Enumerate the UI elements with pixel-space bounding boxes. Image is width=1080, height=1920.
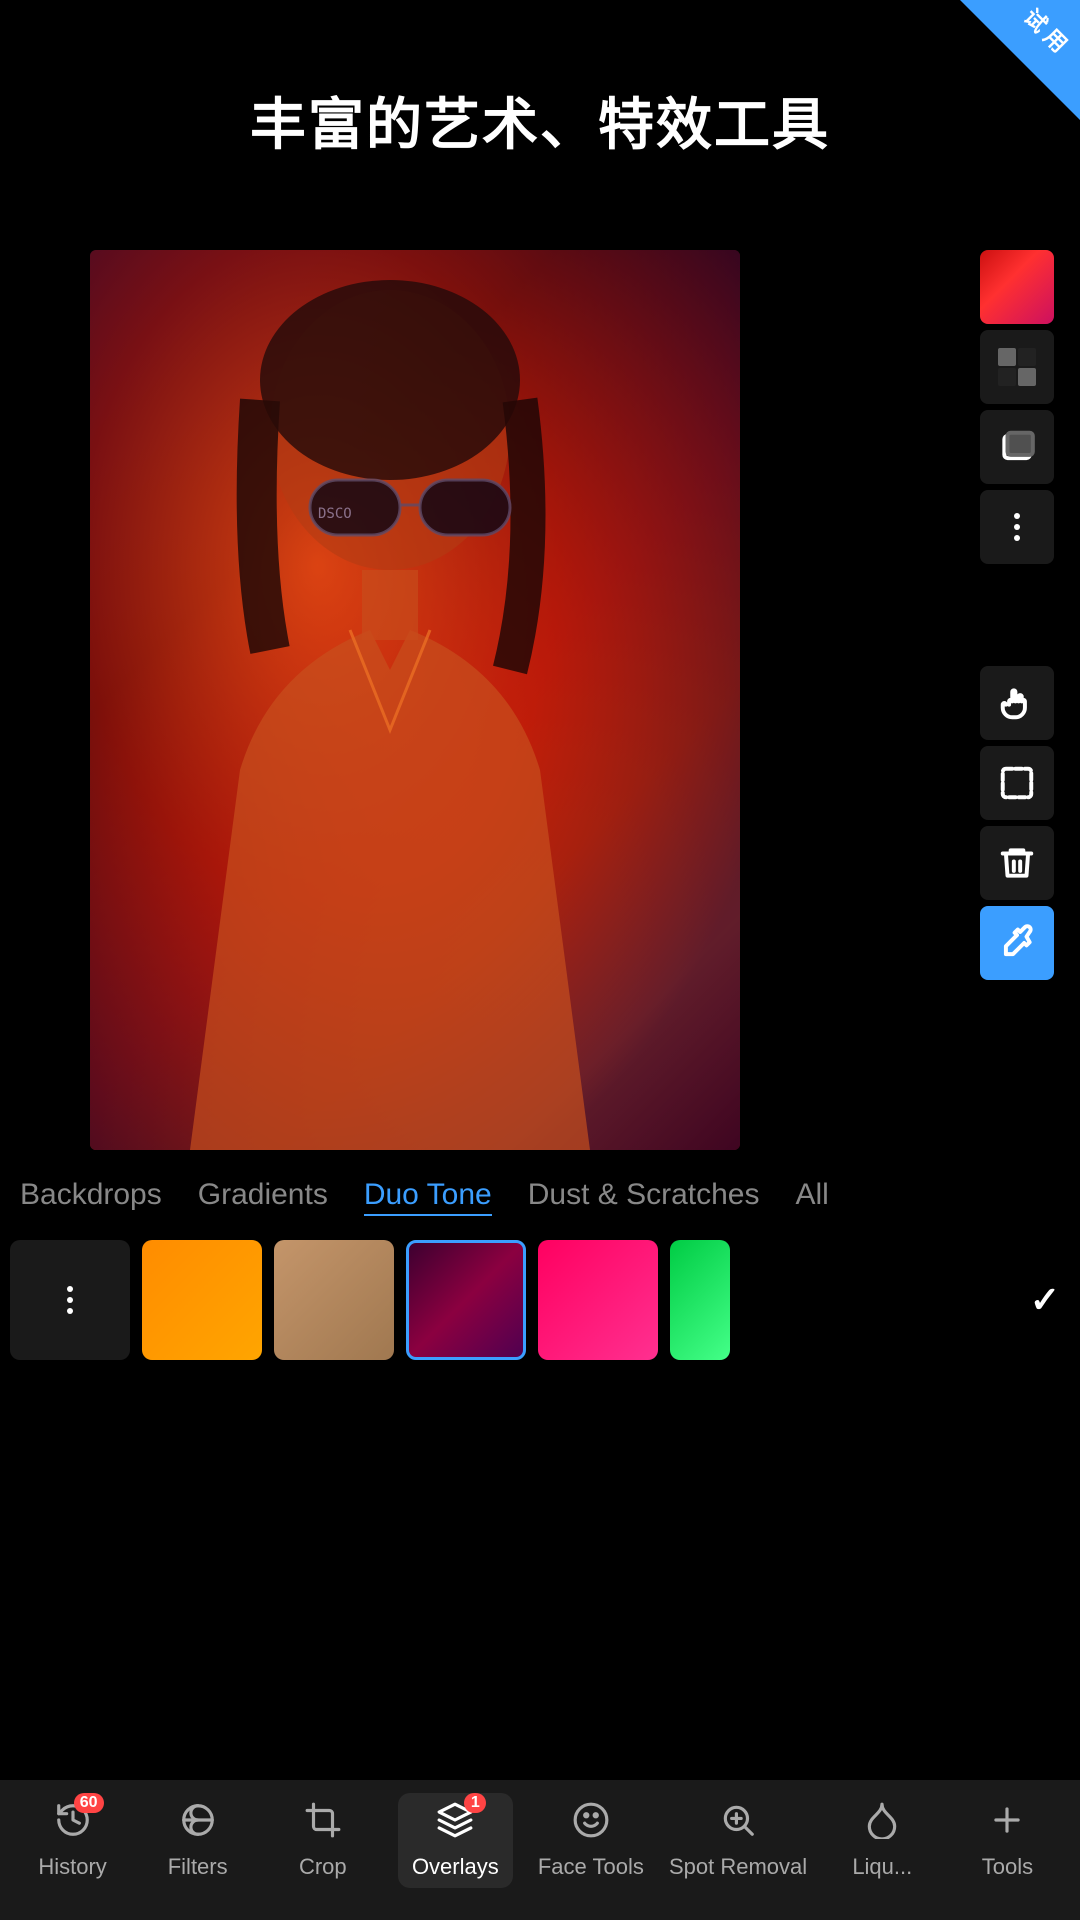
nav-overlays[interactable]: 1 Overlays (398, 1793, 513, 1888)
checker-icon (998, 348, 1036, 386)
nav-liquify[interactable]: Liqu... (832, 1801, 932, 1880)
image-bg: DSCO (90, 250, 740, 1150)
nav-spotremoval[interactable]: Spot Removal (669, 1801, 807, 1880)
category-backdrops[interactable]: Backdrops (20, 1174, 162, 1216)
swatch-hot-pink[interactable] (538, 1240, 658, 1360)
bottom-nav: 60 History Filters Crop (0, 1780, 1080, 1920)
move-tool-button[interactable] (980, 666, 1054, 740)
more-icon (1014, 513, 1020, 541)
image-canvas[interactable]: DSCO (90, 250, 740, 1150)
nav-tools[interactable]: Tools (957, 1801, 1057, 1880)
nav-history-label: History (38, 1854, 106, 1880)
swatch-dots-icon (67, 1286, 73, 1314)
eyedropper-icon (998, 924, 1036, 962)
nav-tools-label: Tools (982, 1854, 1033, 1880)
nav-crop[interactable]: Crop (273, 1801, 373, 1880)
nav-overlays-label: Overlays (412, 1854, 499, 1880)
category-duotone[interactable]: Duo Tone (364, 1174, 492, 1216)
nav-facetools[interactable]: Face Tools (538, 1801, 644, 1880)
history-icon: 60 (54, 1801, 92, 1848)
swatch-options[interactable] (10, 1240, 130, 1360)
swatch-checkmark: ✓ (1030, 1279, 1060, 1321)
nav-facetools-label: Face Tools (538, 1854, 644, 1880)
category-all[interactable]: All (795, 1174, 828, 1216)
nav-spotremoval-label: Spot Removal (669, 1854, 807, 1880)
swatch-dark-red[interactable] (406, 1240, 526, 1360)
liquify-icon (863, 1801, 901, 1848)
svg-text:DSCO: DSCO (318, 506, 352, 522)
swatches-row: ✓ (0, 1230, 1080, 1370)
nav-filters-label: Filters (168, 1854, 228, 1880)
swatch-tan[interactable] (274, 1240, 394, 1360)
nav-crop-label: Crop (299, 1854, 347, 1880)
checker-button[interactable] (980, 330, 1054, 404)
more-options-button[interactable] (980, 490, 1054, 564)
eyedropper-button[interactable] (980, 906, 1054, 980)
page-title: 丰富的艺术、特效工具 (0, 80, 1080, 161)
category-gradients[interactable]: Gradients (198, 1174, 328, 1216)
categories-bar: Backdrops Gradients Duo Tone Dust & Scra… (0, 1160, 1080, 1230)
nav-liquify-label: Liqu... (852, 1854, 912, 1880)
history-badge: 60 (74, 1793, 104, 1813)
delete-icon (998, 844, 1036, 882)
right-toolbar (980, 250, 1060, 986)
toolbar-gap (980, 570, 1060, 586)
spotremoval-icon (719, 1801, 757, 1848)
hand-icon (998, 684, 1036, 722)
layers-icon (998, 428, 1036, 466)
selection-icon (998, 764, 1036, 802)
crop-icon (304, 1801, 342, 1848)
layers-button[interactable] (980, 410, 1054, 484)
corner-badge-text: 试 用 (1018, 4, 1072, 58)
person-silhouette: DSCO (90, 250, 740, 1150)
nav-history[interactable]: 60 History (23, 1801, 123, 1880)
facetools-icon (572, 1801, 610, 1848)
tools-icon (988, 1801, 1026, 1848)
color-swatch-button[interactable] (980, 250, 1054, 324)
filters-icon (179, 1801, 217, 1848)
delete-button[interactable] (980, 826, 1054, 900)
overlays-badge: 1 (464, 1793, 486, 1813)
selection-tool-button[interactable] (980, 746, 1054, 820)
nav-filters[interactable]: Filters (148, 1801, 248, 1880)
swatch-green[interactable] (670, 1240, 730, 1360)
swatch-orange[interactable] (142, 1240, 262, 1360)
category-dust[interactable]: Dust & Scratches (528, 1174, 760, 1216)
overlays-icon: 1 (436, 1801, 474, 1848)
